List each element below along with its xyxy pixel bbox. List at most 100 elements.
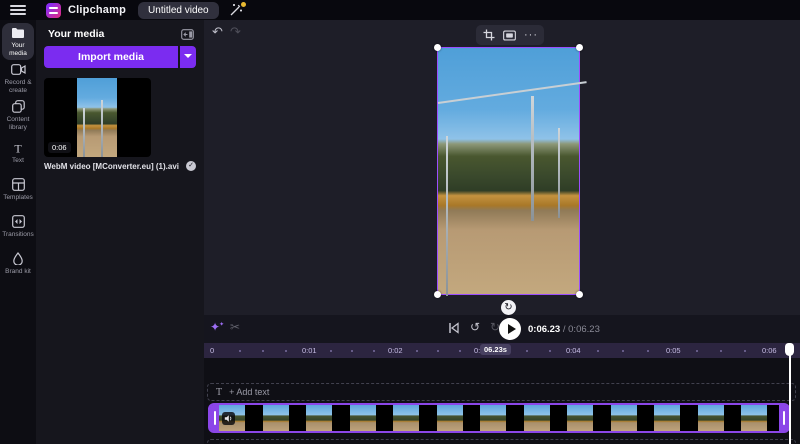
sidebar-item-content-library[interactable]: Content library — [2, 97, 34, 134]
ruler-tick — [329, 350, 332, 352]
sidebar-item-brand-kit[interactable]: Brand kit — [2, 245, 34, 282]
collapse-panel-icon[interactable] — [181, 28, 194, 40]
preview-canvas[interactable]: ↶ ↷ ··· ↻ — [204, 20, 800, 315]
fence-wire — [437, 81, 587, 104]
playhead[interactable] — [785, 343, 795, 444]
ruler-tick — [526, 350, 528, 352]
text-track-t-icon: T — [216, 386, 223, 398]
preview-toolbar: ··· — [476, 25, 544, 45]
app-name: Clipchamp — [68, 4, 127, 16]
sidebar-item-record-create[interactable]: Record & create — [2, 60, 34, 97]
current-time: 0:06.23 — [528, 324, 561, 335]
audio-speaker-icon[interactable] — [222, 412, 235, 425]
total-time: / 0:06.23 — [560, 324, 600, 335]
sidebar-item-templates[interactable]: Templates — [2, 171, 34, 208]
resize-handle-bl[interactable] — [434, 291, 441, 298]
video-frame-content — [437, 48, 587, 296]
resize-handle-tr[interactable] — [576, 44, 583, 51]
filmstrip-frame — [262, 405, 289, 431]
sidebar-item-label: Content library — [6, 115, 30, 131]
filmstrip-frame — [610, 405, 637, 431]
media-thumbnail — [77, 78, 117, 157]
text-icon: T — [12, 141, 24, 155]
filmstrip-frame — [306, 405, 332, 431]
import-dropdown-button[interactable] — [180, 46, 196, 68]
undo-button[interactable]: ↶ — [212, 24, 223, 40]
ruler-tick — [696, 350, 698, 352]
filmstrip-frame — [741, 405, 767, 431]
play-button[interactable] — [499, 318, 521, 340]
timeline-ruler[interactable]: 00:010:020:030:040:050:06 06.23s — [204, 343, 800, 358]
ruler-label: 0:06 — [762, 346, 777, 355]
clipchamp-logo-icon[interactable] — [46, 2, 61, 18]
fence-pole — [446, 136, 448, 296]
skip-to-start-icon[interactable] — [448, 322, 460, 334]
ai-sparkle-icon[interactable]: ✦ — [210, 320, 225, 334]
sidebar-item-label: Templates — [3, 193, 33, 201]
fit-frame-icon[interactable] — [503, 29, 516, 42]
panel-title: Your media — [48, 28, 105, 40]
duration-badge: 0:06 — [48, 142, 71, 153]
templates-icon — [11, 178, 25, 192]
add-audio-track[interactable]: ♪ — [207, 439, 796, 444]
ruler-tick — [720, 350, 722, 352]
menu-icon[interactable] — [10, 5, 26, 15]
folder-icon — [11, 26, 25, 40]
filmstrip-frame — [567, 405, 593, 431]
ruler-label: 0 — [210, 346, 215, 355]
jump-back-icon[interactable]: ↺ — [470, 320, 480, 334]
ruler-tick — [437, 350, 439, 352]
time-display: 0:06.23 / 0:06.23 — [528, 324, 600, 335]
add-text-track[interactable]: T + Add text — [207, 383, 796, 401]
media-filename: WebM video [MConverter.eu] (1).avi — [44, 161, 179, 171]
ruler-tick — [351, 350, 353, 352]
video-preview[interactable] — [434, 44, 587, 298]
camera-icon — [10, 63, 26, 77]
fence-pole — [558, 128, 560, 218]
split-scissors-icon: ✂ — [230, 320, 241, 334]
add-text-label: + Add text — [229, 387, 270, 397]
ruler-label: 0:01 — [302, 346, 317, 355]
resize-handle-tl[interactable] — [434, 44, 441, 51]
import-media-button[interactable]: Import media — [44, 46, 178, 68]
filmstrip-frame — [349, 405, 376, 431]
library-icon — [11, 100, 25, 114]
filmstrip-frame — [480, 405, 506, 431]
ruler-tick — [415, 350, 418, 352]
more-options-icon[interactable]: ··· — [524, 30, 538, 41]
check-icon: ✓ — [186, 161, 196, 171]
filmstrip-frame — [436, 405, 463, 431]
media-card[interactable]: 0:06 — [44, 78, 151, 157]
sidebar-item-your-media[interactable]: Your media — [2, 23, 34, 60]
magic-wand-icon[interactable] — [229, 2, 247, 18]
sidebar-item-label: Record & create — [4, 78, 32, 94]
ruler-tick — [647, 350, 649, 352]
sidebar-item-label: Your media — [9, 41, 27, 57]
playback-controls: ✦ ✂ ↺ ↻ 0:06.23 / 0:06.23 — [204, 315, 800, 343]
sidebar-item-label: Brand kit — [5, 267, 31, 275]
sidebar-item-label: Text — [12, 156, 24, 164]
ruler-label: 0:02 — [388, 346, 403, 355]
filmstrip-frame — [393, 405, 419, 431]
sidebar-item-transitions[interactable]: Transitions — [2, 208, 34, 245]
ruler-label: 0:05 — [666, 346, 681, 355]
playhead-line — [788, 353, 791, 444]
clip-filmstrip — [219, 405, 779, 431]
ruler-label: 0:04 — [566, 346, 581, 355]
resize-handle-br[interactable] — [576, 291, 583, 298]
editor-area: ↶ ↷ ··· ↻ ✦ ✦ ✂ ↺ ↻ 0:06.23 / 0:06.23 0 … — [204, 20, 800, 444]
transitions-icon — [11, 215, 25, 229]
trim-handle-left[interactable] — [210, 405, 219, 431]
ruler-tick — [285, 350, 287, 352]
project-tab[interactable]: Untitled video — [138, 1, 219, 19]
crop-icon[interactable] — [482, 29, 495, 42]
video-clip[interactable] — [208, 403, 790, 433]
clipchamp-app: Clipchamp Untitled video Your media Reco… — [0, 0, 800, 444]
ruler-tick — [372, 350, 375, 352]
rotate-handle[interactable]: ↻ — [501, 300, 516, 315]
notification-dot — [240, 2, 246, 7]
ruler-tick — [622, 350, 624, 352]
sidebar-item-text[interactable]: T Text — [2, 134, 34, 171]
svg-text:T: T — [14, 142, 22, 154]
sidebar-item-label: Transitions — [2, 230, 34, 238]
